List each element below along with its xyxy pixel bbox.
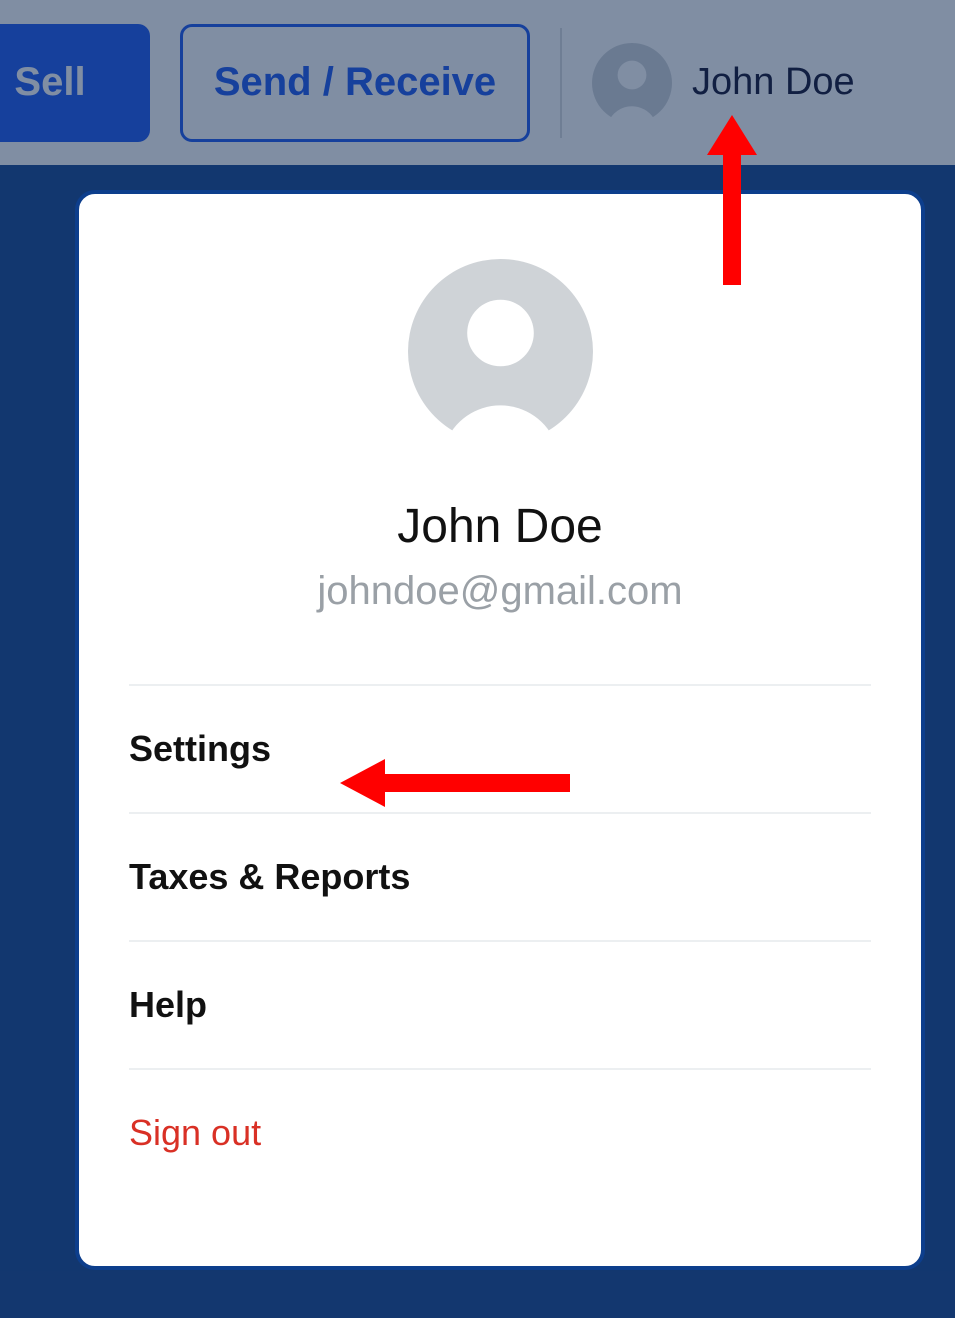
menu-item-settings[interactable]: Settings (129, 684, 871, 812)
profile-dropdown-card: John Doe johndoe@gmail.com Settings Taxe… (75, 190, 925, 1270)
menu-item-label: Sign out (129, 1112, 261, 1154)
menu-item-label: Taxes & Reports (129, 856, 410, 898)
profile-menu: Settings Taxes & Reports Help Sign out (129, 684, 871, 1196)
profile-summary: John Doe johndoe@gmail.com (129, 259, 871, 614)
menu-item-taxes-reports[interactable]: Taxes & Reports (129, 812, 871, 940)
menu-item-label: Settings (129, 728, 271, 770)
profile-card-email: johndoe@gmail.com (317, 569, 682, 614)
avatar-icon (408, 259, 593, 444)
menu-item-label: Help (129, 984, 207, 1026)
menu-item-sign-out[interactable]: Sign out (129, 1068, 871, 1196)
menu-item-help[interactable]: Help (129, 940, 871, 1068)
profile-card-name: John Doe (397, 499, 602, 554)
